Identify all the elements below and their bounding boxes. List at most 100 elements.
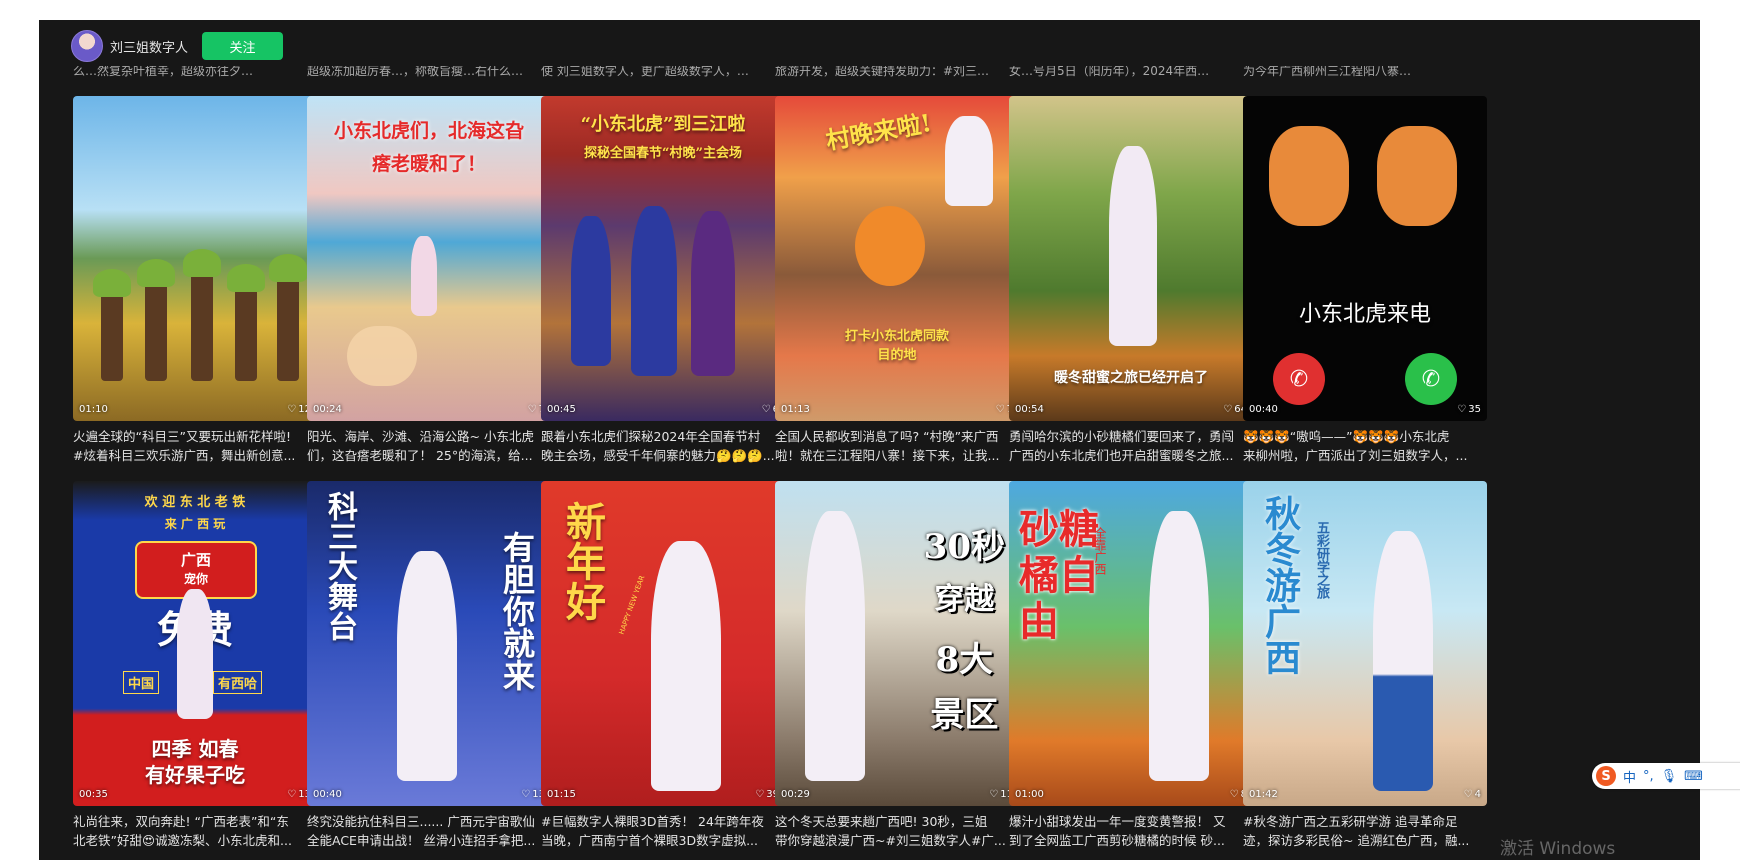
- caption-line: 晚主会场，感受千年侗寨的魅力🤔🤔🤔...: [541, 448, 775, 463]
- thumb-text: 四季 如春: [151, 737, 239, 761]
- caption-line: 全能ACE申请出战！ 丝滑小连招手拿把...: [307, 833, 536, 848]
- thumb-text: 探秘全国春节“村晚”主会场: [584, 146, 742, 161]
- video-duration: 01:00: [1015, 789, 1044, 800]
- rice-character: [183, 249, 221, 381]
- video-caption[interactable]: 阳光、海岸、沙滩、沿海公路~ 小东北虎 们，这旮瘩老暖和了！ 25°的海滨，给.…: [307, 427, 551, 465]
- video-thumbnail[interactable]: 砂糖橘自由 全靠广西 01:00 ♡8: [1009, 481, 1253, 806]
- follow-button[interactable]: 关注: [202, 32, 284, 60]
- caption-line: 终究没能抗住科目三...... 广西元宇宙歌仙: [307, 814, 535, 829]
- video-thumbnail[interactable]: 欢 迎 东 北 老 铁 来 广 西 玩 广西 宠你 免费 中国 有西哈 四季 如…: [73, 481, 317, 806]
- video-caption[interactable]: #秋冬游广西之五彩研学游 追寻革命足 迹，探访多彩民俗~ 追溯红色广西，融...: [1243, 812, 1487, 850]
- rice-character: [93, 269, 131, 381]
- thumb-text: 目的地: [877, 348, 917, 363]
- thumbs-up-graphic: [347, 326, 417, 386]
- partial-caption: 使 刘三姐数字人，更广超级数字人，…: [541, 66, 749, 78]
- video-caption[interactable]: 这个冬天总要来趟广西吧! 30秒，三姐 带你穿越浪漫广西~#刘三姐数字人#广..…: [775, 812, 1019, 850]
- video-caption[interactable]: 礼尚往来，双向奔赴! “广西老表”和“东 北老铁”好甜😍诚邀冻梨、小东北虎和..…: [73, 812, 317, 850]
- caption-line: 北老铁”好甜😍诚邀冻梨、小东北虎和...: [73, 833, 292, 848]
- video-caption[interactable]: 🐯🐯🐯“嗷呜——”🐯🐯🐯小东北虎 来柳州啦，广西派出了刘三姐数字人，...: [1243, 427, 1487, 465]
- video-thumbnail[interactable]: 科三大舞台 有胆你就来 00:40 ♡ 13: [307, 481, 551, 806]
- video-grid: 01:10 ♡ 12 火遍全球的“科目三”又要玩出新花样啦! #炫着科目三欢乐游广…: [73, 96, 1487, 860]
- ime-toolbar[interactable]: S 中 °, 🎙 ⌨: [1592, 763, 1740, 789]
- video-thumbnail[interactable]: 小东北虎们，北海这旮 瘩老暖和了！ 00:24 ♡7: [307, 96, 551, 421]
- video-thumbnail[interactable]: 新年好 HAPPY NEW YEAR 01:15 ♡ 39: [541, 481, 785, 806]
- sogou-logo-icon[interactable]: S: [1596, 766, 1616, 786]
- author-avatar[interactable]: [71, 30, 103, 62]
- video-feed-window: 刘三姐数字人 关注 么…然复杂叶植幸，超级亦往夕… 超级冻加超厉春…，称敬旨瘦……: [39, 20, 1700, 860]
- video-thumbnail[interactable]: “小东北虎”到三江啦 探秘全国春节“村晚”主会场 00:45 ♡6: [541, 96, 785, 421]
- rice-character: [227, 264, 265, 381]
- video-card[interactable]: “小东北虎”到三江啦 探秘全国春节“村晚”主会场 00:45 ♡6 跟着小东北虎…: [541, 96, 785, 481]
- video-card[interactable]: 科三大舞台 有胆你就来 00:40 ♡ 13 终究没能抗住科目三...... 广西…: [307, 481, 551, 860]
- caption-line: 到了全网监工广西剪砂糖橘的时候 砂...: [1009, 833, 1225, 848]
- heart-icon: ♡: [287, 789, 297, 800]
- video-thumbnail[interactable]: 01:10 ♡ 12: [73, 96, 317, 421]
- video-card[interactable]: 30秒 穿越 8大 景区 00:29 ♡ 11 这个冬天总要来趟广西吧! 30秒，…: [775, 481, 1019, 860]
- thumb-text: 30秒: [923, 527, 1005, 567]
- caption-line: 礼尚往来，双向奔赴! “广西老表”和“东: [73, 814, 289, 829]
- video-caption[interactable]: 全国人民都收到消息了吗? “村晚”来广西 啦！就在三江程阳八寨！接下来，让我..…: [775, 427, 1019, 465]
- thumb-headline: 打卡小东北虎同款 目的地: [775, 325, 1019, 363]
- punctuation-icon[interactable]: °,: [1643, 769, 1654, 784]
- video-thumbnail[interactable]: 30秒 穿越 8大 景区 00:29 ♡ 11: [775, 481, 1019, 806]
- like-count: ♡ 4: [1464, 789, 1481, 800]
- thumb-text: 广西: [180, 551, 211, 569]
- decline-call-icon: ✆: [1273, 353, 1325, 405]
- thumb-text: 暖冬甜蜜之旅已经开启了: [1054, 370, 1208, 386]
- keyboard-icon[interactable]: ⌨: [1684, 769, 1703, 784]
- thumb-text: 村晚来啦!: [823, 107, 934, 156]
- video-caption[interactable]: 爆汁小甜球发出一年一度变黄警报！ 又 到了全网监工广西剪砂糖橘的时候 砂...: [1009, 812, 1253, 850]
- rice-character: [269, 254, 307, 381]
- character-figure: [805, 511, 865, 781]
- character-figure: [177, 589, 213, 719]
- video-caption[interactable]: 火遍全球的“科目三”又要玩出新花样啦! #炫着科目三欢乐游广西，舞出新创意...: [73, 427, 317, 465]
- caption-line: 火遍全球的“科目三”又要玩出新花样啦!: [73, 429, 291, 444]
- character-figure: [411, 236, 437, 316]
- partial-caption: 超级冻加超厉春…，称敬旨瘦…右什么…: [307, 66, 524, 78]
- performer-figure: [631, 206, 677, 376]
- thumb-text: “小东北虎”到三江啦: [580, 114, 746, 135]
- video-thumbnail[interactable]: 小东北虎来电 ✆ ✆ 00:40 ♡ 35: [1243, 96, 1487, 421]
- thumb-text: 瘩老暖和了！: [371, 153, 486, 175]
- caption-line: #巨幅数字人裸眼3D首秀！ 24年跨年夜: [541, 814, 764, 829]
- video-card[interactable]: 01:10 ♡ 12 火遍全球的“科目三”又要玩出新花样啦! #炫着科目三欢乐游广…: [73, 96, 317, 481]
- video-thumbnail[interactable]: 暖冬甜蜜之旅已经开启了 00:54 ♡ 64: [1009, 96, 1253, 421]
- video-caption[interactable]: 终究没能抗住科目三...... 广西元宇宙歌仙 全能ACE申请出战！ 丝滑小连招…: [307, 812, 551, 850]
- video-caption[interactable]: 勇闯哈尔滨的小砂糖橘们要回来了，勇闯 广西的小东北虎们也开启甜蜜暖冬之旅...: [1009, 427, 1253, 465]
- caption-line: 们，这旮瘩老暖和了！ 25°的海滨，给...: [307, 448, 533, 463]
- video-caption[interactable]: #巨幅数字人裸眼3D首秀！ 24年跨年夜 当晚，广西南宁首个裸眼3D数字虚拟..…: [541, 812, 785, 850]
- previous-row-captions: 么…然复杂叶植幸，超级亦往夕… 超级冻加超厉春…，称敬旨瘦…右什么… 使 刘三姐…: [39, 66, 1700, 80]
- author-name[interactable]: 刘三姐数字人: [110, 37, 188, 56]
- thumb-text: 秋冬游广西: [1259, 495, 1301, 675]
- video-card[interactable]: 村晚来啦! 打卡小东北虎同款 目的地 01:13 ♡7 全国人民都收到消息了吗?…: [775, 96, 1019, 481]
- video-row: 01:10 ♡ 12 火遍全球的“科目三”又要玩出新花样啦! #炫着科目三欢乐游广…: [73, 96, 1487, 481]
- video-duration: 01:10: [79, 404, 108, 415]
- character-figure: [1109, 146, 1157, 346]
- video-card[interactable]: 新年好 HAPPY NEW YEAR 01:15 ♡ 39 #巨幅数字人裸眼3D首…: [541, 481, 785, 860]
- video-duration: 01:15: [547, 789, 576, 800]
- ime-mode-toggle[interactable]: 中: [1623, 767, 1636, 786]
- video-card[interactable]: 小东北虎来电 ✆ ✆ 00:40 ♡ 35 🐯🐯🐯“嗷呜——”🐯🐯🐯小东北虎 来柳…: [1243, 96, 1487, 481]
- author-header: 刘三姐数字人 关注: [71, 30, 371, 62]
- microphone-icon[interactable]: 🎙: [1661, 769, 1678, 784]
- video-duration: 00:35: [79, 789, 108, 800]
- video-card[interactable]: 砂糖橘自由 全靠广西 01:00 ♡8 爆汁小甜球发出一年一度变黄警报！ 又 到…: [1009, 481, 1253, 860]
- video-card[interactable]: 秋冬游广西 五彩研学之旅 01:42 ♡ 4 #秋冬游广西之五彩研学游 追寻革命足…: [1243, 481, 1487, 860]
- heart-icon: ♡: [761, 404, 771, 415]
- thumb-text: 有胆你就来: [498, 531, 536, 691]
- video-thumbnail[interactable]: 秋冬游广西 五彩研学之旅 01:42 ♡ 4: [1243, 481, 1487, 806]
- video-caption[interactable]: 跟着小东北虎们探秘2024年全国春节村 晚主会场，感受千年侗寨的魅力🤔🤔🤔...: [541, 427, 785, 465]
- video-card[interactable]: 欢 迎 东 北 老 铁 来 广 西 玩 广西 宠你 免费 中国 有西哈 四季 如…: [73, 481, 317, 860]
- video-row: 欢 迎 东 北 老 铁 来 广 西 玩 广西 宠你 免费 中国 有西哈 四季 如…: [73, 481, 1487, 860]
- caption-line: 迹，探访多彩民俗~ 追溯红色广西，融...: [1243, 833, 1470, 848]
- character-figure: [651, 541, 721, 791]
- caption-line: 阳光、海岸、沙滩、沿海公路~ 小东北虎: [307, 429, 534, 444]
- caption-line: #炫着科目三欢乐游广西，舞出新创意...: [73, 448, 296, 463]
- thumb-text: 打卡小东北虎同款: [844, 329, 949, 344]
- caption-line: 全国人民都收到消息了吗? “村晚”来广西: [775, 429, 999, 444]
- video-card[interactable]: 暖冬甜蜜之旅已经开启了 00:54 ♡ 64 勇闯哈尔滨的小砂糖橘们要回来了，勇闯…: [1009, 96, 1253, 481]
- video-card[interactable]: 小东北虎们，北海这旮 瘩老暖和了！ 00:24 ♡7 阳光、海岸、沙滩、沿海公路…: [307, 96, 551, 481]
- video-thumbnail[interactable]: 村晚来啦! 打卡小东北虎同款 目的地 01:13 ♡7: [775, 96, 1019, 421]
- rice-character: [137, 259, 175, 381]
- character-figure: [945, 116, 993, 206]
